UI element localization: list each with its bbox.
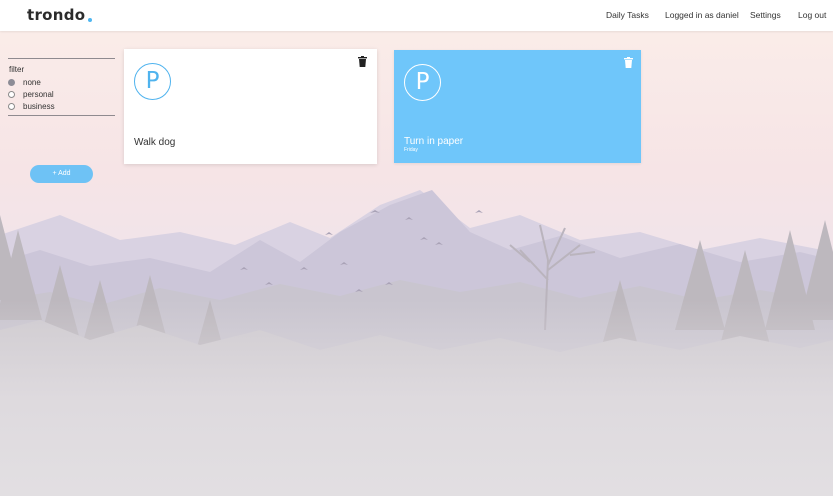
task-avatar: P	[134, 63, 171, 100]
nav-logged-in-user[interactable]: Logged in as daniel	[665, 10, 739, 20]
brand-dot-icon	[88, 18, 92, 22]
task-card[interactable]: P Walk dog	[124, 49, 377, 164]
add-task-button[interactable]: + Add	[30, 165, 93, 183]
nav-daily-tasks[interactable]: Daily Tasks	[606, 10, 649, 20]
task-avatar: P	[404, 64, 441, 101]
filter-panel: filter none personal business	[8, 58, 115, 116]
top-navbar: trondo Daily Tasks Logged in as daniel S…	[0, 0, 833, 31]
filter-option-personal[interactable]: personal	[8, 89, 54, 100]
nav-log-out[interactable]: Log out	[798, 10, 826, 20]
radio-none[interactable]	[8, 79, 15, 86]
filter-option-label: business	[23, 102, 55, 111]
radio-business[interactable]	[8, 103, 15, 110]
filter-option-label: personal	[23, 90, 54, 99]
filter-title: filter	[9, 65, 25, 74]
task-title: Turn in paper	[404, 136, 464, 147]
filter-option-none[interactable]: none	[8, 77, 41, 88]
filter-option-business[interactable]: business	[8, 101, 55, 112]
trash-icon[interactable]	[358, 56, 367, 67]
task-card-selected[interactable]: P Turn in paper Friday	[394, 50, 641, 163]
nav-settings[interactable]: Settings	[750, 10, 781, 20]
task-due-day: Friday	[404, 147, 418, 153]
filter-option-label: none	[23, 78, 41, 87]
radio-personal[interactable]	[8, 91, 15, 98]
trash-icon[interactable]	[624, 57, 633, 68]
task-title: Walk dog	[134, 137, 176, 148]
brand-logo[interactable]: trondo	[27, 6, 85, 24]
